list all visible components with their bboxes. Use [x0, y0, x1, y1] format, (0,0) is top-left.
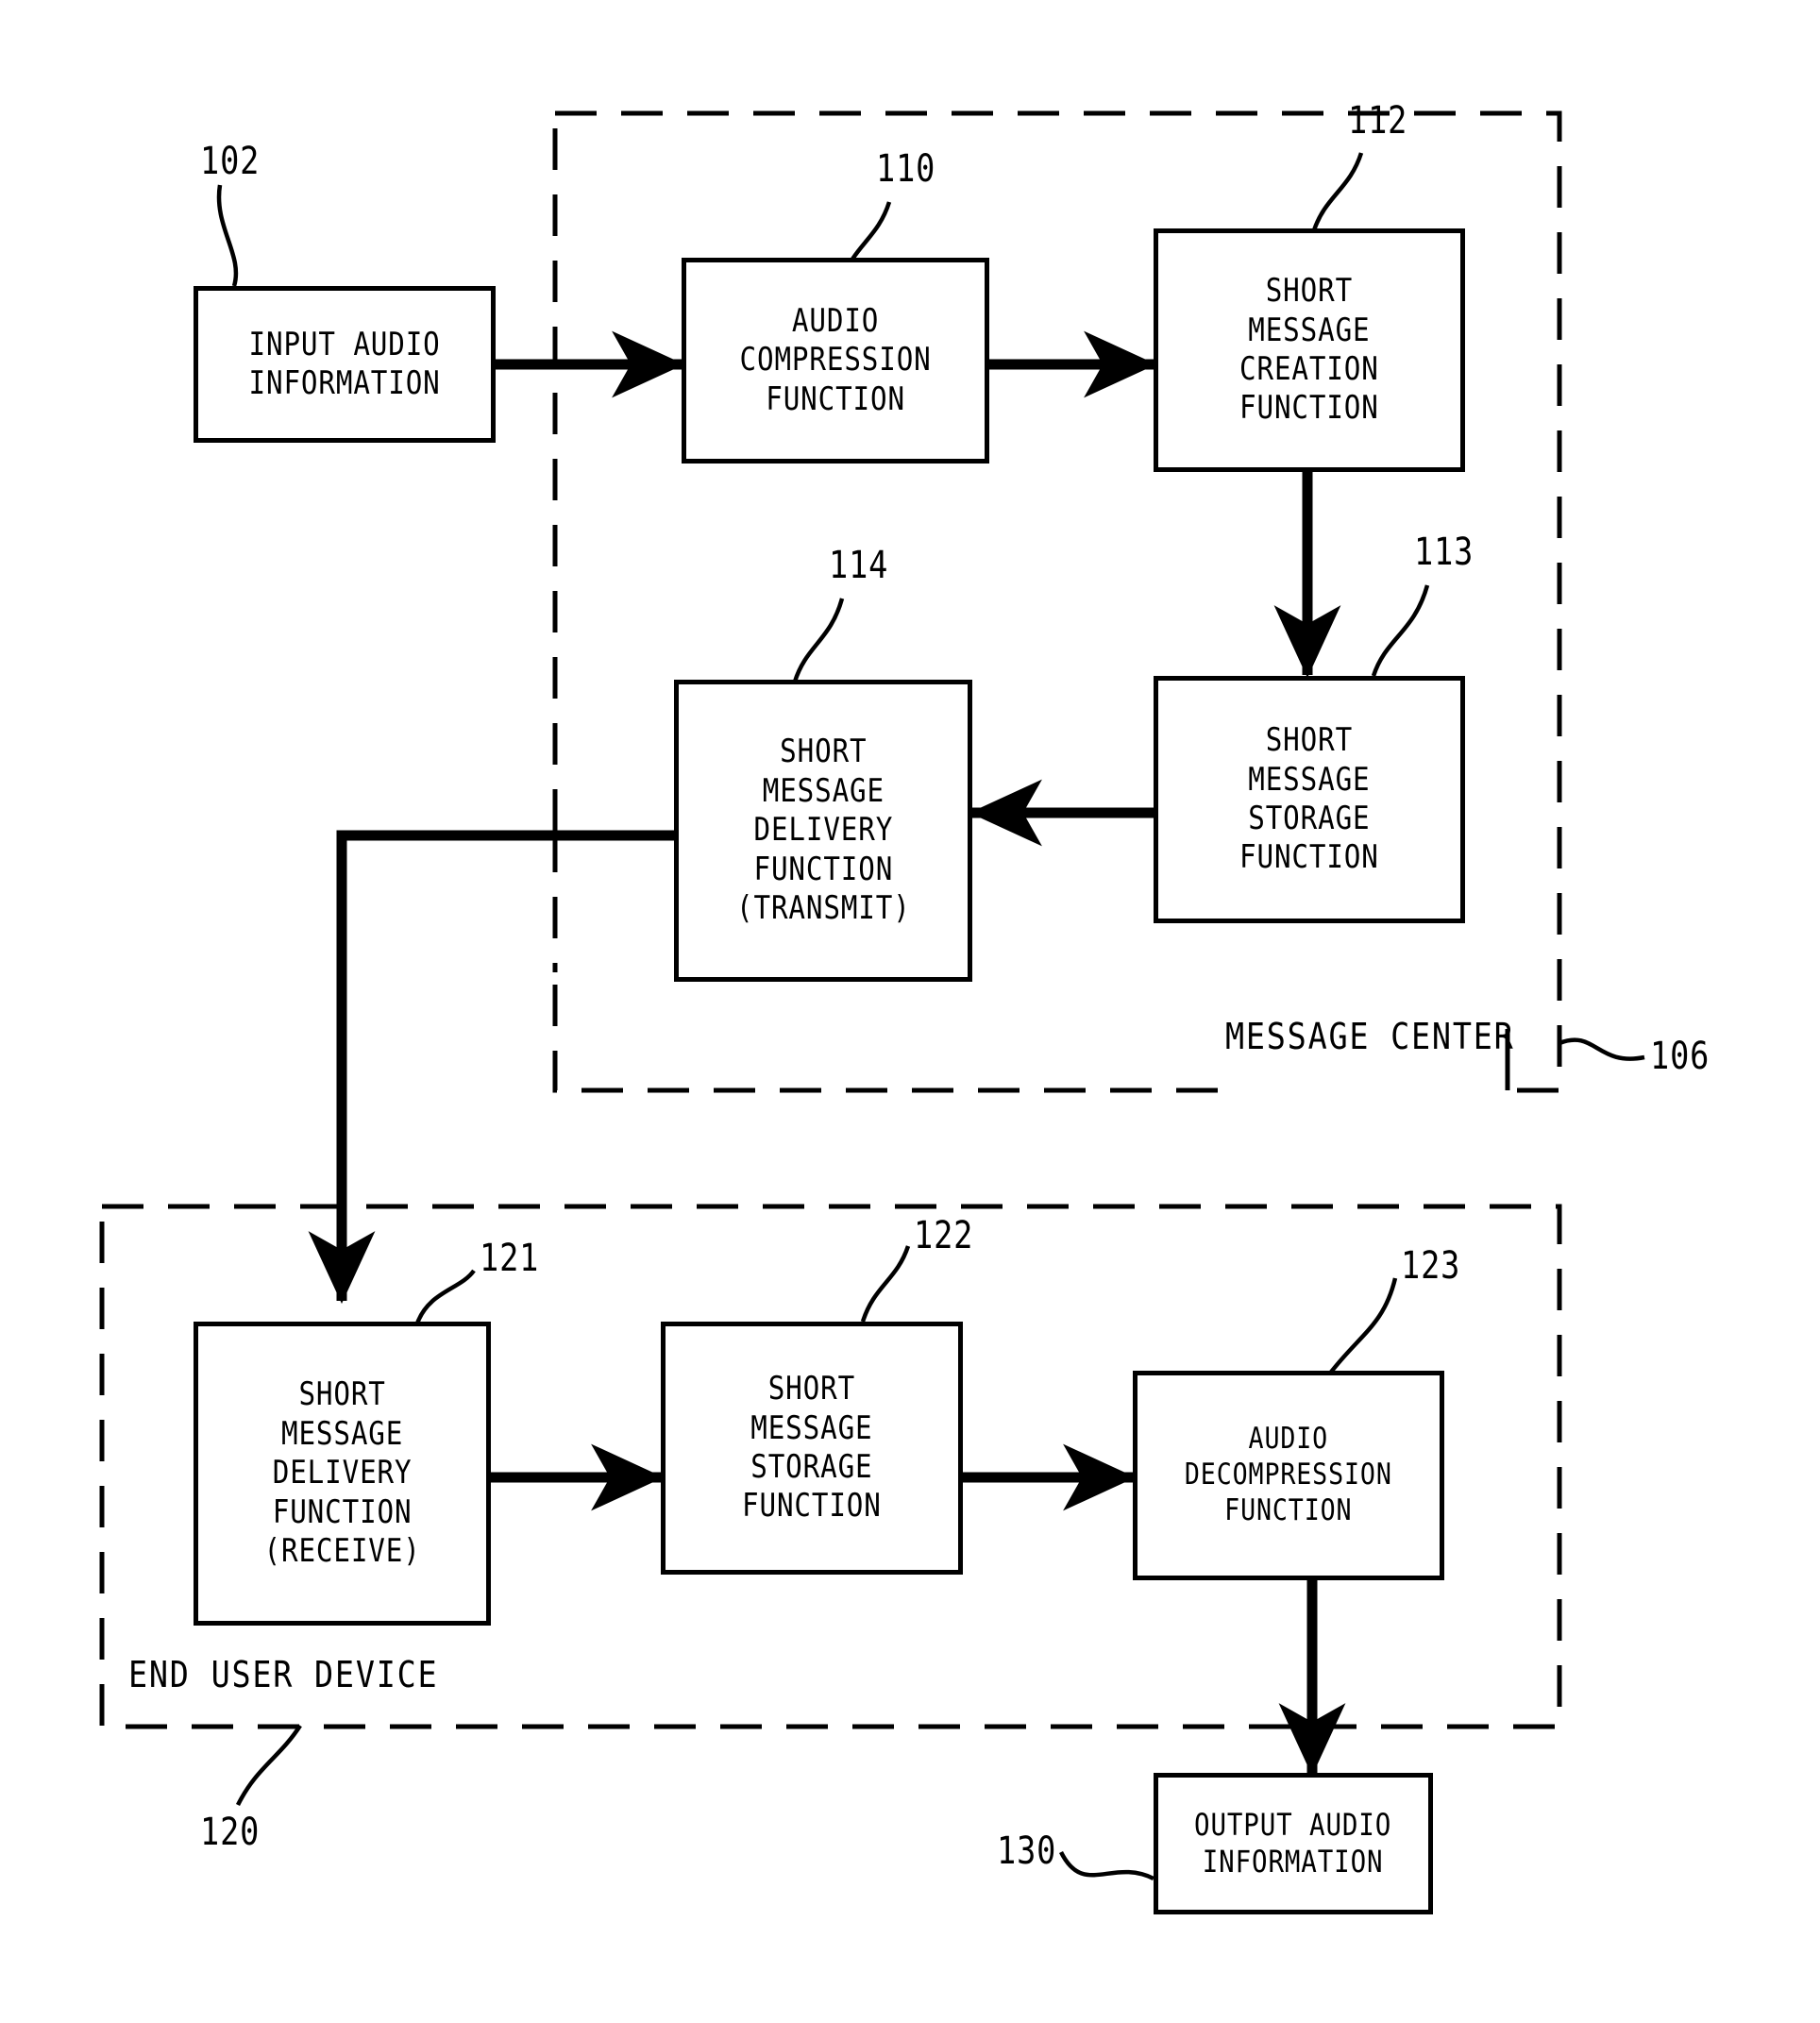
ref-numeral-113: 113 — [1414, 531, 1475, 574]
leader-122 — [860, 1245, 911, 1323]
leader-102 — [216, 184, 239, 287]
leader-113 — [1371, 584, 1430, 677]
patent-figure: INPUT AUDIO INFORMATION AUDIO COMPRESSIO… — [0, 0, 1820, 2023]
ref-numeral-112: 112 — [1348, 99, 1408, 143]
leader-106 — [1559, 1037, 1645, 1061]
ref-numeral-120: 120 — [200, 1811, 261, 1854]
node-short-message-storage-function-mc-label: SHORT MESSAGE STORAGE FUNCTION — [1239, 721, 1379, 877]
ref-numeral-121: 121 — [480, 1237, 540, 1280]
node-short-message-storage-function-eud-label: SHORT MESSAGE STORAGE FUNCTION — [742, 1370, 882, 1526]
node-audio-decompression-function[interactable]: AUDIO DECOMPRESSION FUNCTION — [1133, 1371, 1444, 1580]
leader-120 — [235, 1724, 302, 1807]
node-output-audio-information[interactable]: OUTPUT AUDIO INFORMATION — [1154, 1773, 1433, 1914]
ref-numeral-130: 130 — [997, 1829, 1057, 1873]
group-label-end-user-device: END USER DEVICE — [128, 1654, 439, 1695]
leader-130 — [1058, 1850, 1155, 1881]
leader-121 — [414, 1269, 476, 1324]
group-label-message-center: MESSAGE CENTER — [1225, 1016, 1515, 1057]
ref-numeral-110: 110 — [876, 147, 936, 191]
ref-numeral-106: 106 — [1650, 1035, 1710, 1078]
node-audio-decompression-function-label: AUDIO DECOMPRESSION FUNCTION — [1185, 1422, 1392, 1527]
node-short-message-creation-function-label: SHORT MESSAGE CREATION FUNCTION — [1239, 272, 1379, 428]
node-input-audio-information-label: INPUT AUDIO INFORMATION — [248, 325, 441, 402]
node-short-message-storage-function-mc[interactable]: SHORT MESSAGE STORAGE FUNCTION — [1154, 676, 1465, 923]
node-output-audio-information-label: OUTPUT AUDIO INFORMATION — [1194, 1806, 1392, 1880]
node-short-message-delivery-function-receive-label: SHORT MESSAGE DELIVERY FUNCTION (RECEIVE… — [263, 1375, 421, 1571]
node-short-message-delivery-function-receive[interactable]: SHORT MESSAGE DELIVERY FUNCTION (RECEIVE… — [194, 1322, 491, 1626]
ref-numeral-102: 102 — [200, 140, 261, 183]
node-audio-compression-function-label: AUDIO COMPRESSION FUNCTION — [739, 301, 932, 418]
ref-numeral-114: 114 — [829, 544, 889, 587]
edge-delivery-transmit-to-delivery-receive — [308, 830, 678, 1305]
leader-112 — [1311, 152, 1364, 231]
node-short-message-delivery-function-transmit[interactable]: SHORT MESSAGE DELIVERY FUNCTION (TRANSMI… — [674, 680, 972, 982]
node-input-audio-information[interactable]: INPUT AUDIO INFORMATION — [194, 286, 496, 443]
ref-numeral-123: 123 — [1401, 1244, 1461, 1288]
leader-123 — [1327, 1277, 1398, 1376]
node-short-message-storage-function-eud[interactable]: SHORT MESSAGE STORAGE FUNCTION — [661, 1322, 963, 1575]
leader-114 — [792, 598, 845, 683]
node-short-message-delivery-function-transmit-label: SHORT MESSAGE DELIVERY FUNCTION (TRANSMI… — [735, 733, 911, 928]
node-audio-compression-function[interactable]: AUDIO COMPRESSION FUNCTION — [682, 258, 989, 464]
node-short-message-creation-function[interactable]: SHORT MESSAGE CREATION FUNCTION — [1154, 228, 1465, 472]
ref-numeral-122: 122 — [914, 1214, 974, 1257]
